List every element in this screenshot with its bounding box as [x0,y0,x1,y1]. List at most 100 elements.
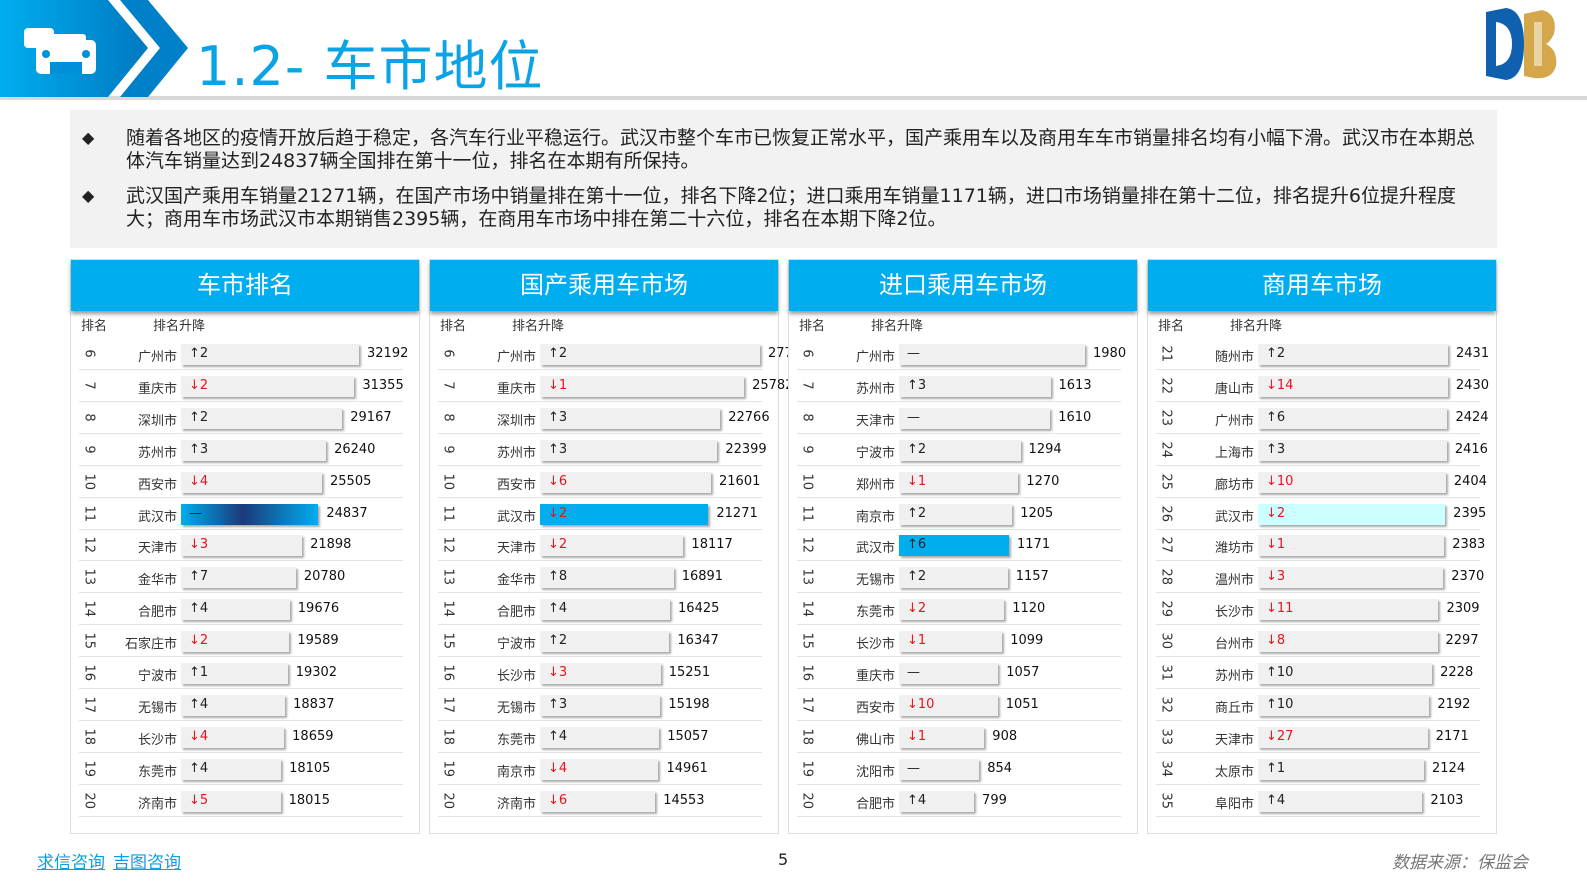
rank: 15 [81,632,97,650]
sales-value: 1099 [1010,633,1044,649]
rank: 34 [1158,760,1174,777]
rank-change: ↑1 [189,665,209,680]
table-row: 12 天津市 ↓3 21898 [79,529,403,562]
summary-paragraph: 随着各地区的疫情开放后趋于稳定，各汽车行业平稳运行。武汉市整个车市已恢复正常水平… [126,127,1476,172]
city-name: 东莞市 [137,764,177,780]
city-name: 长沙市 [137,732,177,748]
rank: 17 [799,696,815,713]
city-name: 合肥市 [496,605,536,621]
city-name: 济南市 [496,796,536,812]
table-row: 20 济南市 ↓6 14553 [438,785,762,817]
table-row: 32 商丘市 ↑10 2192 [1156,689,1480,721]
rank-change: ↓1 [907,633,927,649]
rank: 11 [799,505,815,522]
rank-change: ↓2 [548,537,568,553]
link-qiuxin[interactable]: 求信咨询 [37,853,105,873]
rank: 7 [81,381,97,390]
rank-change: ↑3 [189,441,209,457]
market-panel: 进口乘用车市场 排名 排名升降 6 广州市 — 1980 7 苏州市 ↑3 16… [788,259,1138,834]
sales-value: 21271 [716,505,758,521]
sales-value: 14961 [666,760,708,776]
rank: 9 [440,445,456,454]
rank: 20 [799,792,815,809]
rank: 9 [799,445,815,454]
city-name: 苏州市 [855,381,895,397]
sales-bar [899,407,1051,429]
sales-bar [899,344,1085,365]
rank: 20 [81,792,97,809]
sales-value: 19302 [295,665,338,680]
city-name: 武汉市 [855,541,895,557]
sales-value: 18837 [293,696,335,712]
table-row: 14 合肥市 ↑4 19676 [79,593,403,626]
rank-change: — [189,505,202,521]
link-jitu[interactable]: 吉图咨询 [113,853,181,873]
city-name: 沈阳市 [855,764,895,780]
rank-change: ↑4 [548,728,568,744]
sales-value: 1270 [1026,473,1060,489]
sales-value: 2416 [1454,441,1488,457]
sales-bar [540,344,760,365]
rank: 17 [81,696,97,713]
rank: 33 [1158,728,1174,745]
rank-change: ↓11 [1266,601,1294,617]
sales-value: 2171 [1435,728,1469,744]
sales-value: 18105 [289,760,331,776]
sales-value: 22399 [725,441,767,457]
table-row: 14 合肥市 ↑4 16425 [438,593,762,626]
table-row: 6 广州市 ↑2 27788 [438,338,809,370]
rank-change: ↑2 [907,505,927,521]
sales-value: 21601 [719,473,761,489]
city-name: 济南市 [137,796,177,812]
rank-change: ↑1 [1266,760,1286,776]
sales-bar [1258,535,1445,557]
rank: 7 [440,381,456,390]
table-row: 7 重庆市 ↓1 25782 [438,370,793,402]
sales-value: 29167 [350,409,392,425]
table-row: 31 苏州市 ↑10 2228 [1156,657,1480,689]
rank: 6 [440,349,456,358]
rank-change: — [907,409,920,425]
rank-change: ↑2 [907,569,927,585]
sales-value: 25505 [330,473,372,489]
city-name: 武汉市 [1214,509,1254,525]
city-name: 无锡市 [855,573,895,589]
table-row: 8 深圳市 ↑2 29167 [79,402,403,434]
rank-change: ↑3 [907,377,927,393]
city-name: 东莞市 [855,605,895,621]
rank: 13 [799,568,815,586]
table-row: 11 武汉市 ↓2 21271 [438,498,762,530]
table-row: 7 重庆市 ↓2 31355 [79,370,404,402]
rank-change: ↑3 [548,409,568,425]
col-header-change: 排名升降 [153,319,206,334]
rank-change: ↓27 [1266,728,1294,744]
rank: 10 [799,473,815,490]
city-name: 温州市 [1214,573,1254,589]
table-row: 6 广州市 ↑2 32192 [79,338,408,370]
rank-change: ↑6 [1266,409,1286,425]
sales-value: 2297 [1445,633,1479,649]
rank-change: ↓10 [907,696,935,712]
rank: 27 [1158,536,1174,554]
city-name: 天津市 [1214,732,1254,748]
sales-value: 908 [992,728,1018,744]
table-row: 9 宁波市 ↑2 1294 [797,434,1121,466]
panel-title: 国产乘用车市场 [430,260,778,311]
sales-value: 2431 [1456,346,1490,361]
header: 1.2- 车市地位 [0,0,1587,100]
table-row: 26 武汉市 ↓2 2395 [1156,498,1486,530]
rank: 16 [440,664,456,682]
rank: 15 [799,632,815,650]
table-row: 15 石家庄市 ↓2 19589 [79,625,403,658]
city-name: 太原市 [1214,764,1254,780]
table-row: 8 天津市 — 1610 [797,402,1121,434]
rank: 10 [440,473,456,490]
col-header-rank: 排名 [799,319,826,334]
rank: 19 [440,760,456,777]
panel-title: 车市排名 [71,260,419,311]
footer-links: 求信咨询 吉图咨询 [37,848,189,873]
sales-value: 2309 [1446,601,1480,617]
table-row: 25 廊坊市 ↓10 2404 [1156,466,1487,498]
table-row: 16 宁波市 ↑1 19302 [79,657,403,689]
summary-paragraph: 武汉国产乘用车销量21271辆，在国产市场中销量排在第十一位，排名下降2位；进口… [126,185,1456,230]
